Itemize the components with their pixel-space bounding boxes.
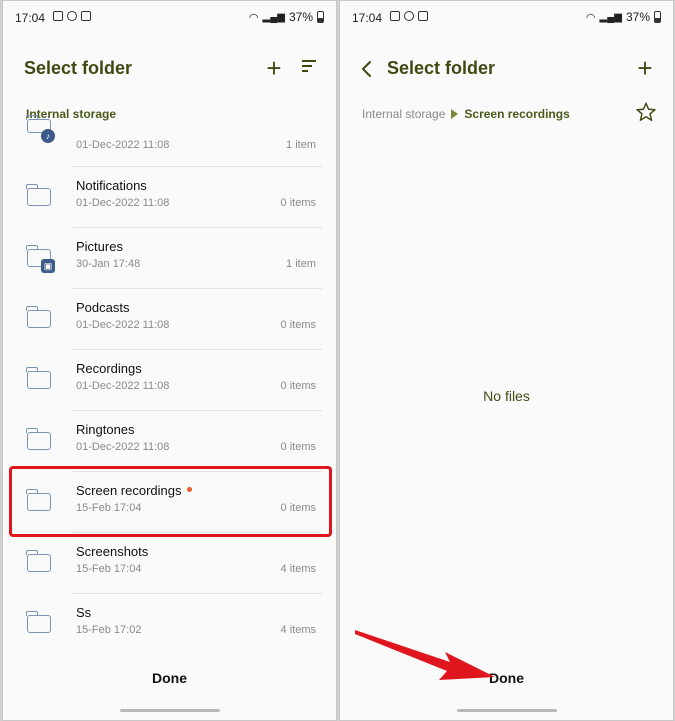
page-title: Select folder [387,58,496,78]
folder-date: 01-Dec-2022 11:08 [76,441,170,453]
status-time: 17:04 [15,11,46,25]
folder-icon [26,184,51,206]
folder-row[interactable]: Ringtones 01-Dec-2022 11:08 0 items [3,411,336,472]
folder-item-count: 4 items [280,624,316,636]
folder-item-count: 0 items [280,197,316,209]
battery-icon [654,11,661,23]
folder-name: Screenshots [76,544,149,559]
breadcrumb-separator-icon [451,109,459,119]
battery-percent: 37% [625,10,650,24]
battery-icon [317,11,324,23]
folder-icon [26,611,51,633]
battery-percent: 37% [288,10,313,24]
folder-item-count: 0 items [280,319,316,331]
back-arrow-icon[interactable] [360,60,374,78]
wifi-icon: ◠ [585,11,596,24]
folder-list: ♪ 01-Dec-2022 11:08 1 item Notifications 01-… [3,115,336,655]
folder-row[interactable]: Recordings 01-Dec-2022 11:08 0 items [3,350,336,411]
folder-name: Ringtones [76,422,135,437]
signal-icon: ▂▄▆ [599,11,622,23]
empty-state-text: No files [483,388,530,404]
music-note-badge-icon: ♪ [41,129,55,143]
folder-date: 15-Feb 17:04 [76,563,142,575]
folder-name: Ss [76,605,92,620]
home-indicator [456,709,557,712]
folder-item-count: 4 items [280,563,316,575]
sort-icon[interactable] [302,60,316,74]
folder-row[interactable]: Notifications 01-Dec-2022 11:08 0 items [3,167,336,228]
folder-icon [26,428,51,450]
favorite-star-icon[interactable] [635,101,657,123]
page-title: Select folder [24,58,133,78]
folder-date: 01-Dec-2022 11:08 [76,139,170,151]
folder-item-count: 1 item [286,139,316,151]
folder-item-count: 0 items [280,441,316,453]
folder-row[interactable]: Ss 15-Feb 17:02 4 items [3,594,336,655]
youtube-notification-icon [81,11,91,21]
folder-name: Recordings [76,361,142,376]
image-badge-icon: ▣ [41,259,55,273]
folder-name: Notifications [76,178,147,193]
status-time: 17:04 [352,11,383,25]
folder-item-count: 0 items [280,380,316,392]
highlight-box [9,466,332,537]
left-screen: 17:04 ◠ ▂▄▆ 37% Select folder + Internal… [2,0,337,721]
folder-date: 15-Feb 17:02 [76,624,142,636]
add-folder-button[interactable]: + [634,55,656,81]
status-bar: 17:04 ◠ ▂▄▆ 37% [3,9,336,27]
folder-icon [26,306,51,328]
signal-icon: ▂▄▆ [262,11,285,23]
folder-name: Podcasts [76,300,130,315]
folder-date: 30-Jan 17:48 [76,258,141,270]
done-button[interactable]: Done [3,670,336,686]
home-indicator [119,709,220,712]
status-bar: 17:04 ◠ ▂▄▆ 37% [340,9,673,27]
breadcrumb: Internal storage Screen recordings [362,107,570,121]
breadcrumb-screen-recordings: Screen recordings [464,107,570,121]
youtube-notification-icon [418,11,428,21]
folder-row[interactable]: ▣ Pictures 30-Jan 17:48 1 item [3,228,336,289]
folder-name: Pictures [76,239,123,254]
right-screen: 17:04 ◠ ▂▄▆ 37% Select folder + Internal… [339,0,674,721]
bulb-notification-icon [67,11,77,21]
folder-icon [26,550,51,572]
gallery-notification-icon [390,11,400,21]
folder-item-count: 1 item [286,258,316,270]
gallery-notification-icon [53,11,63,21]
red-pointer-arrow-icon [355,630,495,680]
bulb-notification-icon [404,11,414,21]
folder-row[interactable]: ♪ 01-Dec-2022 11:08 1 item [3,115,336,167]
folder-row[interactable]: Podcasts 01-Dec-2022 11:08 0 items [3,289,336,350]
folder-icon [26,367,51,389]
folder-date: 01-Dec-2022 11:08 [76,380,170,392]
folder-row[interactable]: Screenshots 15-Feb 17:04 4 items [3,533,336,594]
add-folder-button[interactable]: + [263,55,285,81]
folder-date: 01-Dec-2022 11:08 [76,319,170,331]
breadcrumb-internal-storage[interactable]: Internal storage [362,107,445,121]
wifi-icon: ◠ [248,11,259,24]
folder-date: 01-Dec-2022 11:08 [76,197,170,209]
